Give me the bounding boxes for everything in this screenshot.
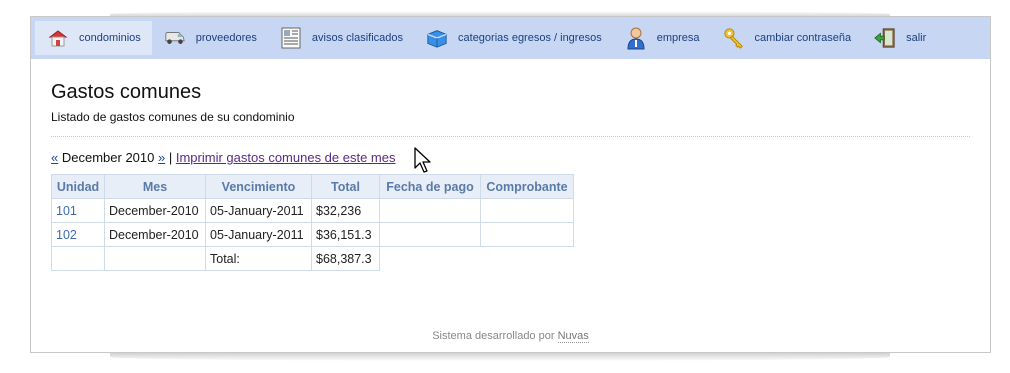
table-cell	[104, 246, 206, 271]
separator: |	[168, 150, 173, 165]
key-icon	[723, 27, 745, 49]
van-icon	[164, 27, 186, 49]
month-navigation: « December 2010 » | Imprimir gastos comu…	[51, 150, 970, 165]
page-shadow-bottom	[110, 353, 890, 361]
table-cell	[379, 222, 481, 247]
column-header: Fecha de pago	[379, 174, 481, 199]
column-header: Comprobante	[480, 174, 574, 199]
nav-label: categorias egresos / ingresos	[458, 32, 602, 44]
table-row: 101 December-2010 05-January-2011 $32,23…	[51, 198, 574, 223]
main-content: Gastos comunes Listado de gastos comunes…	[31, 59, 990, 271]
unit-link[interactable]: 102	[51, 222, 105, 247]
table-cell	[480, 198, 574, 223]
nav-item-categorias[interactable]: categorias egresos / ingresos	[414, 21, 613, 55]
total-label: Total:	[205, 246, 312, 271]
footer-link[interactable]: Nuvas	[557, 330, 589, 343]
main-nav: condominios proveedores avisos clasifica…	[31, 17, 990, 59]
unit-link[interactable]: 101	[51, 198, 105, 223]
divider	[51, 136, 970, 137]
total-value: $68,387.3	[311, 246, 380, 271]
nav-label: proveedores	[195, 32, 257, 44]
nav-item-proveedores[interactable]: proveedores	[152, 21, 268, 55]
nav-label: empresa	[656, 32, 700, 44]
table-total-row: Total: $68,387.3	[51, 246, 574, 271]
nav-item-avisos-clasificados[interactable]: avisos clasificados	[268, 21, 414, 55]
table-header-row: Unidad Mes Vencimiento Total Fecha de pa…	[51, 174, 574, 199]
column-header: Unidad	[51, 174, 105, 199]
page-subtitle: Listado de gastos comunes de su condomin…	[51, 110, 295, 124]
current-month: December 2010	[61, 150, 155, 165]
prev-month-link[interactable]: «	[51, 150, 58, 165]
column-header: Vencimiento	[205, 174, 312, 199]
column-header: Mes	[104, 174, 206, 199]
page-title: Gastos comunes	[51, 81, 202, 103]
nav-item-condominios[interactable]: condominios	[35, 21, 152, 55]
nav-item-cambiar-contrasena[interactable]: cambiar contraseña	[711, 21, 863, 55]
house-icon	[47, 27, 69, 49]
table-cell	[480, 222, 574, 247]
mouse-cursor-icon	[414, 147, 431, 173]
footer-text: Sistema desarrollado por	[432, 330, 555, 342]
table-row: 102 December-2010 05-January-2011 $36,15…	[51, 222, 574, 247]
box-icon	[426, 27, 448, 49]
table-cell: 05-January-2011	[205, 222, 312, 247]
person-icon	[625, 27, 647, 50]
table-cell: $32,236	[311, 198, 380, 223]
print-link[interactable]: Imprimir gastos comunes de este mes	[176, 150, 396, 165]
page-container: condominios proveedores avisos clasifica…	[30, 16, 991, 353]
footer: Sistema desarrollado por Nuvas	[31, 330, 990, 343]
column-header: Total	[311, 174, 380, 199]
table-cell	[51, 246, 105, 271]
newspaper-icon	[280, 27, 302, 49]
nav-label: avisos clasificados	[311, 32, 404, 44]
table-cell	[379, 198, 481, 223]
expenses-table: Unidad Mes Vencimiento Total Fecha de pa…	[51, 174, 574, 271]
nav-item-salir[interactable]: salir	[862, 21, 937, 55]
next-month-link[interactable]: »	[158, 150, 165, 165]
nav-label: condominios	[79, 32, 141, 44]
table-cell: 05-January-2011	[205, 198, 312, 223]
exit-door-icon	[874, 27, 896, 49]
table-cell: December-2010	[104, 198, 206, 223]
nav-label: cambiar contraseña	[754, 32, 852, 44]
table-cell: $36,151.3	[311, 222, 380, 247]
table-cell: December-2010	[104, 222, 206, 247]
nav-item-empresa[interactable]: empresa	[613, 21, 711, 55]
nav-label: salir	[906, 32, 927, 44]
